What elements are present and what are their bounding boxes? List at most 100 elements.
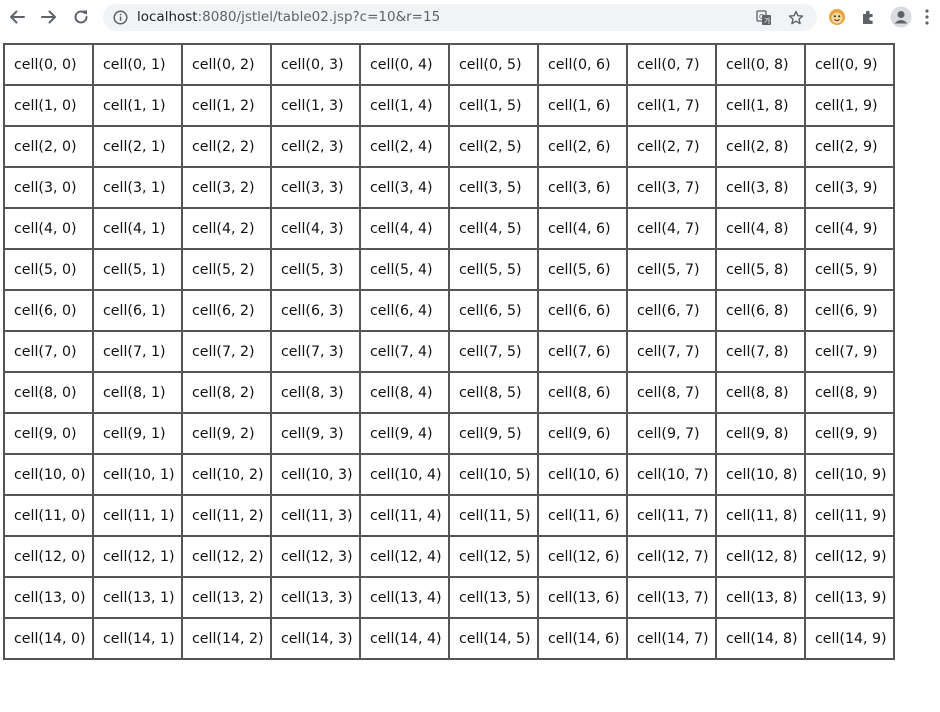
table-cell: cell(11, 8) <box>715 494 806 537</box>
table-cell: cell(12, 0) <box>3 535 94 578</box>
reload-icon[interactable] <box>69 5 93 29</box>
table-cell: cell(4, 0) <box>3 207 94 250</box>
table-cell: cell(8, 1) <box>92 371 183 414</box>
table-cell: cell(9, 0) <box>3 412 94 455</box>
table-cell: cell(14, 7) <box>626 617 717 660</box>
url-text[interactable]: localhost:8080/jstlel/table02.jsp?c=10&r… <box>137 4 440 31</box>
table-cell: cell(4, 7) <box>626 207 717 250</box>
table-cell: cell(1, 4) <box>359 84 450 127</box>
table-row: cell(12, 0) cell(12, 1) cell(12, 2) cell(12… <box>3 535 895 578</box>
table-row: cell(6, 0) cell(6, 1) cell(6, 2) cell(6, 3)… <box>3 289 895 332</box>
address-bar[interactable]: localhost:8080/jstlel/table02.jsp?c=10&r… <box>103 4 817 31</box>
table-cell: cell(8, 8) <box>715 371 806 414</box>
table-cell: cell(13, 2) <box>181 576 272 619</box>
svg-text:가: 가 <box>764 16 771 25</box>
table-cell: cell(0, 0) <box>3 43 94 86</box>
table-cell: cell(0, 6) <box>537 43 628 86</box>
table-cell: cell(1, 5) <box>448 84 539 127</box>
table-cell: cell(11, 5) <box>448 494 539 537</box>
table-cell: cell(6, 8) <box>715 289 806 332</box>
table-cell: cell(10, 1) <box>92 453 183 496</box>
table-cell: cell(3, 9) <box>804 166 895 209</box>
table-cell: cell(14, 4) <box>359 617 450 660</box>
table-cell: cell(0, 9) <box>804 43 895 86</box>
table-cell: cell(12, 5) <box>448 535 539 578</box>
table-cell: cell(8, 7) <box>626 371 717 414</box>
table-cell: cell(6, 6) <box>537 289 628 332</box>
table-row: cell(3, 0) cell(3, 1) cell(3, 2) cell(3, 3)… <box>3 166 895 209</box>
table-cell: cell(11, 7) <box>626 494 717 537</box>
table-cell: cell(8, 4) <box>359 371 450 414</box>
table-cell: cell(8, 3) <box>270 371 361 414</box>
table-cell: cell(6, 3) <box>270 289 361 332</box>
table-cell: cell(1, 6) <box>537 84 628 127</box>
table-cell: cell(2, 9) <box>804 125 895 168</box>
table-cell: cell(10, 0) <box>3 453 94 496</box>
table-cell: cell(14, 1) <box>92 617 183 660</box>
table-row: cell(1, 0) cell(1, 1) cell(1, 2) cell(1, 3)… <box>3 84 895 127</box>
table-cell: cell(9, 2) <box>181 412 272 455</box>
table-cell: cell(6, 0) <box>3 289 94 332</box>
table-cell: cell(3, 7) <box>626 166 717 209</box>
profile-icon[interactable] <box>890 6 912 28</box>
table-cell: cell(5, 0) <box>3 248 94 291</box>
table-cell: cell(9, 9) <box>804 412 895 455</box>
table-cell: cell(5, 4) <box>359 248 450 291</box>
table-cell: cell(4, 1) <box>92 207 183 250</box>
star-icon[interactable] <box>788 10 804 26</box>
table-cell: cell(5, 2) <box>181 248 272 291</box>
table-row: cell(4, 0) cell(4, 1) cell(4, 2) cell(4, 3)… <box>3 207 895 250</box>
translate-icon[interactable]: 가G <box>756 10 772 26</box>
table-cell: cell(9, 3) <box>270 412 361 455</box>
table-cell: cell(0, 7) <box>626 43 717 86</box>
table-cell: cell(7, 4) <box>359 330 450 373</box>
table-cell: cell(3, 6) <box>537 166 628 209</box>
table-cell: cell(5, 1) <box>92 248 183 291</box>
table-cell: cell(13, 5) <box>448 576 539 619</box>
table-cell: cell(7, 6) <box>537 330 628 373</box>
table-cell: cell(3, 0) <box>3 166 94 209</box>
table-cell: cell(1, 7) <box>626 84 717 127</box>
table-cell: cell(0, 4) <box>359 43 450 86</box>
table-cell: cell(2, 5) <box>448 125 539 168</box>
table-cell: cell(5, 5) <box>448 248 539 291</box>
table-cell: cell(10, 9) <box>804 453 895 496</box>
table-cell: cell(2, 8) <box>715 125 806 168</box>
url-host: localhost <box>137 9 198 25</box>
table-cell: cell(9, 4) <box>359 412 450 455</box>
table-row: cell(10, 0) cell(10, 1) cell(10, 2) cell(10… <box>3 453 895 496</box>
table-cell: cell(6, 9) <box>804 289 895 332</box>
table-cell: cell(9, 6) <box>537 412 628 455</box>
table-body: cell(0, 0) cell(0, 1) cell(0, 2) cell(0, 3)… <box>3 43 895 660</box>
table-cell: cell(6, 5) <box>448 289 539 332</box>
info-icon[interactable] <box>113 10 128 25</box>
table-cell: cell(5, 6) <box>537 248 628 291</box>
table-cell: cell(4, 5) <box>448 207 539 250</box>
table-cell: cell(12, 1) <box>92 535 183 578</box>
table-cell: cell(13, 7) <box>626 576 717 619</box>
table-cell: cell(8, 5) <box>448 371 539 414</box>
table-cell: cell(9, 8) <box>715 412 806 455</box>
table-cell: cell(8, 0) <box>3 371 94 414</box>
back-arrow-icon[interactable] <box>5 5 29 29</box>
table-row: cell(7, 0) cell(7, 1) cell(7, 2) cell(7, 3)… <box>3 330 895 373</box>
table-cell: cell(9, 7) <box>626 412 717 455</box>
table-cell: cell(5, 7) <box>626 248 717 291</box>
table-cell: cell(13, 8) <box>715 576 806 619</box>
table-cell: cell(3, 5) <box>448 166 539 209</box>
table-cell: cell(4, 6) <box>537 207 628 250</box>
table-cell: cell(12, 6) <box>537 535 628 578</box>
table-cell: cell(2, 2) <box>181 125 272 168</box>
table-row: cell(5, 0) cell(5, 1) cell(5, 2) cell(5, 3)… <box>3 248 895 291</box>
puzzle-icon[interactable] <box>858 6 880 28</box>
forward-arrow-icon[interactable] <box>37 5 61 29</box>
cookie-extension-icon[interactable] <box>826 6 848 28</box>
table-cell: cell(11, 6) <box>537 494 628 537</box>
kebab-menu-icon[interactable] <box>920 6 934 28</box>
table-cell: cell(4, 4) <box>359 207 450 250</box>
table-cell: cell(10, 8) <box>715 453 806 496</box>
table-cell: cell(10, 2) <box>181 453 272 496</box>
table-cell: cell(10, 6) <box>537 453 628 496</box>
table-cell: cell(0, 1) <box>92 43 183 86</box>
table-cell: cell(2, 7) <box>626 125 717 168</box>
